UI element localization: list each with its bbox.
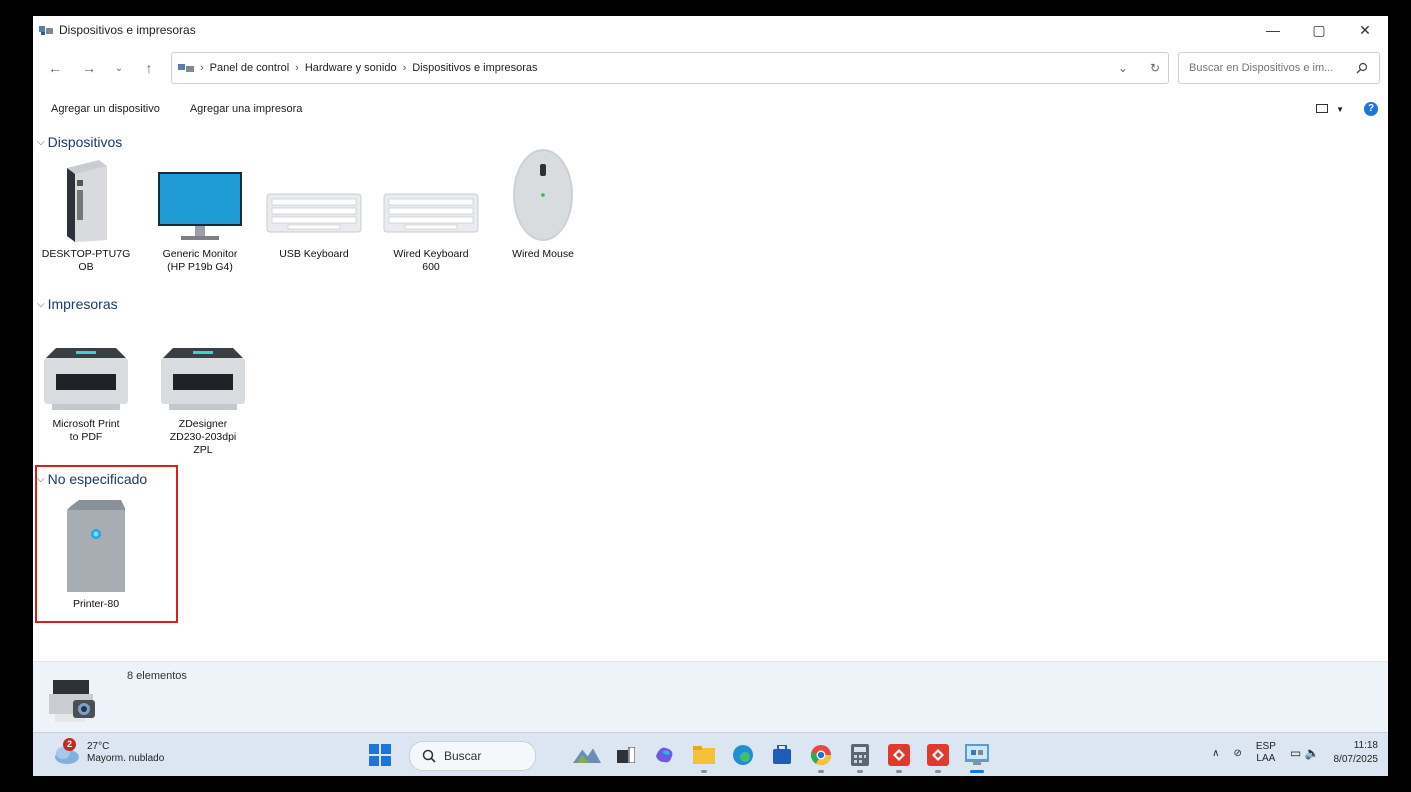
control-panel-icon [178,64,194,72]
address-box[interactable]: › Panel de control › Hardware y sonido ›… [171,52,1169,84]
anydesk-icon[interactable] [924,741,952,773]
device-usb-keyboard[interactable]: USB Keyboard [264,152,364,261]
add-printer-button[interactable]: Agregar una impresora [190,103,303,115]
device-wired-mouse[interactable]: Wired Mouse [493,149,593,261]
device-printer-80[interactable]: Printer-80 [46,496,146,611]
up-arrow-icon[interactable]: ↑ [137,60,161,76]
clock[interactable]: 11:18 8/07/2025 [1334,739,1379,767]
network-volume-icon[interactable]: ▭ 🔈 [1290,746,1320,760]
computer-tower-icon [67,160,107,242]
breadcrumb-hardware-sound[interactable]: Hardware y sonido [305,62,397,74]
chevron-down-icon: ⌵ [37,298,45,310]
breadcrumb-separator: › [402,62,407,74]
copilot-icon[interactable] [651,741,679,769]
notification-badge: 2 [63,738,76,751]
mouse-icon [513,149,573,241]
add-device-button[interactable]: Agregar un dispositivo [51,103,160,115]
anydesk-icon[interactable] [885,741,913,773]
language-indicator[interactable]: ESP LAA [1256,741,1276,765]
widgets-app-icon[interactable] [573,741,601,769]
search-icon[interactable] [1356,62,1368,74]
refresh-icon[interactable]: ↻ [1150,61,1160,75]
edge-icon[interactable] [729,741,757,769]
help-icon[interactable]: ? [1364,102,1378,116]
printer-microsoft-pdf[interactable]: Microsoft Print to PDF [36,322,136,444]
generic-device-icon [67,500,125,592]
section-header-printers[interactable]: ⌵ Impresoras [37,296,118,312]
minimize-button[interactable]: — [1250,16,1296,44]
breadcrumb-control-panel[interactable]: Panel de control [210,62,290,74]
device-wired-keyboard[interactable]: Wired Keyboard 600 [381,152,481,274]
view-options-icon[interactable]: ▼ [1316,104,1344,114]
chevron-up-icon[interactable]: ∧ [1212,748,1219,759]
close-button[interactable]: ✕ [1342,16,1388,44]
window-controls: — ▢ ✕ [1250,16,1388,44]
devices-camera-printer-icon [49,680,95,722]
windows-start-icon[interactable] [369,744,391,766]
onedrive-off-icon[interactable]: ⊘ [1233,748,1241,759]
title-bar[interactable]: Dispositivos e impresoras — ▢ ✕ [33,16,1388,44]
command-bar: Agregar un dispositivo Agregar una impre… [33,96,1388,122]
taskbar: 2 27°C Mayorm. nublado Buscar ∧ ⊘ ESP LA… [33,732,1388,776]
address-dropdown-icon[interactable]: ⌄ [1118,61,1128,75]
chevron-down-icon: ⌵ [37,136,45,148]
window-title: Dispositivos e impresoras [59,23,196,37]
keyboard-icon [266,193,362,233]
maximize-button[interactable]: ▢ [1296,16,1342,44]
weather-widget[interactable]: 2 27°C Mayorm. nublado [53,738,165,765]
device-monitor[interactable]: Generic Monitor (HP P19b G4) [150,152,250,274]
task-view-icon[interactable] [612,741,640,769]
section-header-unspecified[interactable]: ⌵ No especificado [37,471,147,487]
printer-icon [161,348,245,410]
breadcrumb-devices-printers[interactable]: Dispositivos e impresoras [412,62,537,74]
taskbar-apps [573,741,991,773]
printer-icon [44,348,128,410]
monitor-icon [158,172,242,240]
devices-printers-icon [39,26,53,35]
address-actions: ⌄ ↻ [1118,61,1160,75]
search-box[interactable] [1178,52,1380,84]
calculator-icon[interactable] [846,741,874,773]
details-pane: 8 elementos [33,661,1388,732]
toolbar-right: ▼ ? [1316,102,1378,116]
forward-arrow-icon[interactable]: → [77,60,101,76]
address-bar-row: ← → ⌄ ↑ › Panel de control › Hardware y … [33,48,1388,88]
system-tray: ∧ ⊘ ESP LAA ▭ 🔈 11:18 8/07/2025 [1212,739,1378,767]
breadcrumb-separator: › [295,62,299,74]
control-panel-app-icon[interactable] [963,741,991,773]
printer-zdesigner[interactable]: ZDesigner ZD230-203dpi ZPL [153,322,253,457]
keyboard-icon [383,193,479,233]
search-icon [422,749,436,763]
recent-chevron-icon[interactable]: ⌄ [107,63,131,74]
device-desktop[interactable]: DESKTOP-PTU7G OB [36,152,136,274]
weather-temp: 27°C [87,741,110,752]
chevron-down-icon: ⌵ [37,473,45,485]
item-count-label: 8 elementos [127,670,187,682]
taskbar-search[interactable]: Buscar [409,741,536,771]
breadcrumb-separator: › [200,62,204,74]
explorer-window: Dispositivos e impresoras — ▢ ✕ ← → ⌄ ↑ … [33,16,1388,776]
back-arrow-icon[interactable]: ← [43,60,67,76]
section-header-devices[interactable]: ⌵ Dispositivos [37,134,122,150]
chrome-icon[interactable] [807,741,835,773]
search-input[interactable] [1187,61,1356,75]
weather-desc: Mayorm. nublado [87,753,165,764]
store-icon[interactable] [768,741,796,769]
file-explorer-icon[interactable] [690,741,718,773]
